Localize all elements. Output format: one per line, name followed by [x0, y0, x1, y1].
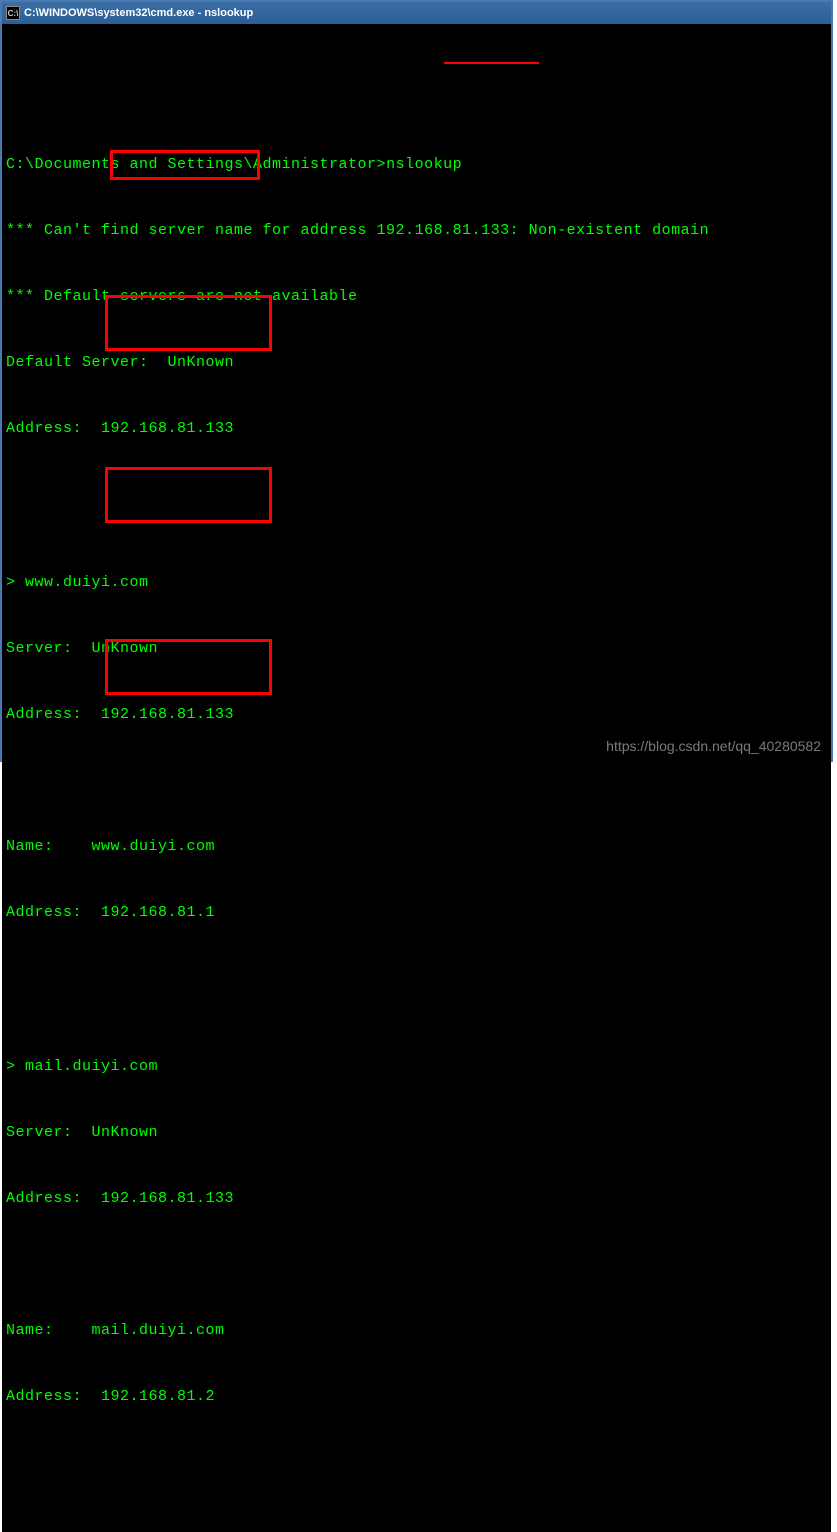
annotation-box-1 [105, 295, 272, 351]
cmd-icon: C:\ [6, 6, 20, 20]
query-server-1: Server: UnKnown [6, 1122, 827, 1144]
default-server-label: Default Server: [6, 354, 168, 371]
query-addr-1: Address: 192.168.81.2 [6, 1386, 827, 1408]
query-text: www.duiyi.com [25, 574, 149, 591]
error-line-1: *** Can't find server name for address 1… [6, 220, 827, 242]
ns-prompt: > [6, 574, 25, 591]
blank-line [6, 1254, 827, 1276]
default-address-line: Address: 192.168.81.133 [6, 418, 827, 440]
name-value: mail.duiyi.com [92, 1322, 225, 1339]
cmd-window: C:\ C:\WINDOWS\system32\cmd.exe - nslook… [0, 0, 833, 762]
name-label: Name: [6, 1322, 92, 1339]
blank-line [6, 770, 827, 792]
default-addr-label: Address: [6, 420, 101, 437]
terminal-area[interactable]: C:\Documents and Settings\Administrator>… [2, 24, 831, 1532]
query-text: mail.duiyi.com [25, 1058, 158, 1075]
window-title: C:\WINDOWS\system32\cmd.exe - nslookup [24, 7, 253, 19]
addr-value: 192.168.81.1 [101, 904, 215, 921]
server-addr-label: Address: [6, 1190, 101, 1207]
default-addr-value: 192.168.81.133 [101, 420, 234, 437]
server-label: Server: [6, 1124, 92, 1141]
addr-label: Address: [6, 1388, 101, 1405]
query-name-0: Name: www.duiyi.com [6, 836, 827, 858]
ns-prompt: > [6, 1058, 25, 1075]
name-value: www.duiyi.com [92, 838, 216, 855]
annotation-box-2 [105, 467, 272, 523]
query-addr-0: Address: 192.168.81.1 [6, 902, 827, 924]
query-name-1: Name: mail.duiyi.com [6, 1320, 827, 1342]
default-server-line: Default Server: UnKnown [6, 352, 827, 374]
titlebar[interactable]: C:\ C:\WINDOWS\system32\cmd.exe - nslook… [2, 2, 831, 24]
annotation-box-3 [105, 639, 272, 695]
server-value: UnKnown [92, 1124, 159, 1141]
blank-line [6, 1452, 827, 1474]
annotation-underline [444, 62, 539, 64]
addr-value: 192.168.81.2 [101, 1388, 215, 1405]
annotation-box-0 [110, 150, 260, 180]
server-addr-value: 192.168.81.133 [101, 1190, 234, 1207]
query-server-addr-1: Address: 192.168.81.133 [6, 1188, 827, 1210]
server-label: Server: [6, 640, 92, 657]
addr-label: Address: [6, 904, 101, 921]
server-addr-label: Address: [6, 706, 101, 723]
default-server-value: UnKnown [168, 354, 235, 371]
query-line-1: > mail.duiyi.com [6, 1056, 827, 1078]
terminal-content: C:\Documents and Settings\Administrator>… [6, 70, 827, 1532]
query-server-addr-0: Address: 192.168.81.133 [6, 704, 827, 726]
command-typed: nslookup [386, 156, 462, 173]
query-line-0: > www.duiyi.com [6, 572, 827, 594]
server-addr-value: 192.168.81.133 [101, 706, 234, 723]
watermark-text: https://blog.csdn.net/qq_40280582 [606, 738, 821, 754]
name-label: Name: [6, 838, 92, 855]
blank-line [6, 968, 827, 990]
